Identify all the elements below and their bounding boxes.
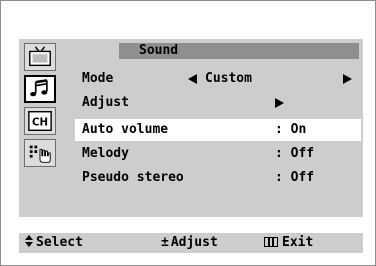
pseudo-stereo-value: : Off (275, 170, 315, 185)
footer-exit-label: Exit (282, 235, 314, 250)
tv-screen: CH Sound Mode Custom Adjust Auto volume … (0, 0, 376, 266)
sound-menu-panel: CH Sound Mode Custom Adjust Auto volume … (19, 39, 363, 217)
channel-icon[interactable]: CH (24, 107, 56, 135)
footer-adjust-hint: ± Adjust (161, 233, 218, 253)
mode-label: Mode (82, 71, 114, 86)
setup-hand-icon[interactable] (24, 139, 56, 167)
pseudo-stereo-label: Pseudo stereo (82, 170, 184, 185)
auto-volume-value: : On (275, 122, 307, 137)
plus-minus-icon: ± (161, 235, 169, 250)
footer-exit-hint[interactable]: Exit (264, 233, 313, 253)
music-note-icon[interactable] (24, 75, 56, 103)
auto-volume-label: Auto volume (82, 122, 169, 137)
footer-select-label: Select (36, 235, 83, 250)
tv-picture-icon[interactable] (24, 43, 56, 71)
channel-icon-label: CH (32, 118, 48, 129)
menu-button-icon (264, 237, 278, 247)
menu-sidebar: CH (19, 39, 73, 217)
menu-row-mode[interactable]: Mode Custom (75, 68, 361, 90)
footer-select-hint: Select (25, 233, 83, 253)
melody-label: Melody (82, 146, 129, 161)
menu-row-auto-volume[interactable]: Auto volume : On (75, 119, 361, 141)
menu-row-pseudo-stereo[interactable]: Pseudo stereo : Off (75, 167, 361, 189)
menu-title: Sound (139, 43, 179, 58)
mode-left-arrow-icon[interactable] (188, 74, 197, 84)
footer-adjust-label: Adjust (170, 235, 218, 250)
mode-right-arrow-icon[interactable] (343, 74, 352, 84)
menu-row-melody[interactable]: Melody : Off (75, 143, 361, 165)
mode-value: Custom (205, 71, 252, 86)
menu-footer: Select ± Adjust Exit (19, 233, 363, 253)
adjust-right-arrow-icon[interactable] (275, 98, 284, 108)
adjust-label: Adjust (82, 95, 129, 110)
melody-value: : Off (275, 146, 315, 161)
menu-row-adjust[interactable]: Adjust (75, 92, 361, 114)
menu-title-bar: Sound (119, 43, 359, 59)
up-down-arrows-icon (25, 235, 33, 247)
